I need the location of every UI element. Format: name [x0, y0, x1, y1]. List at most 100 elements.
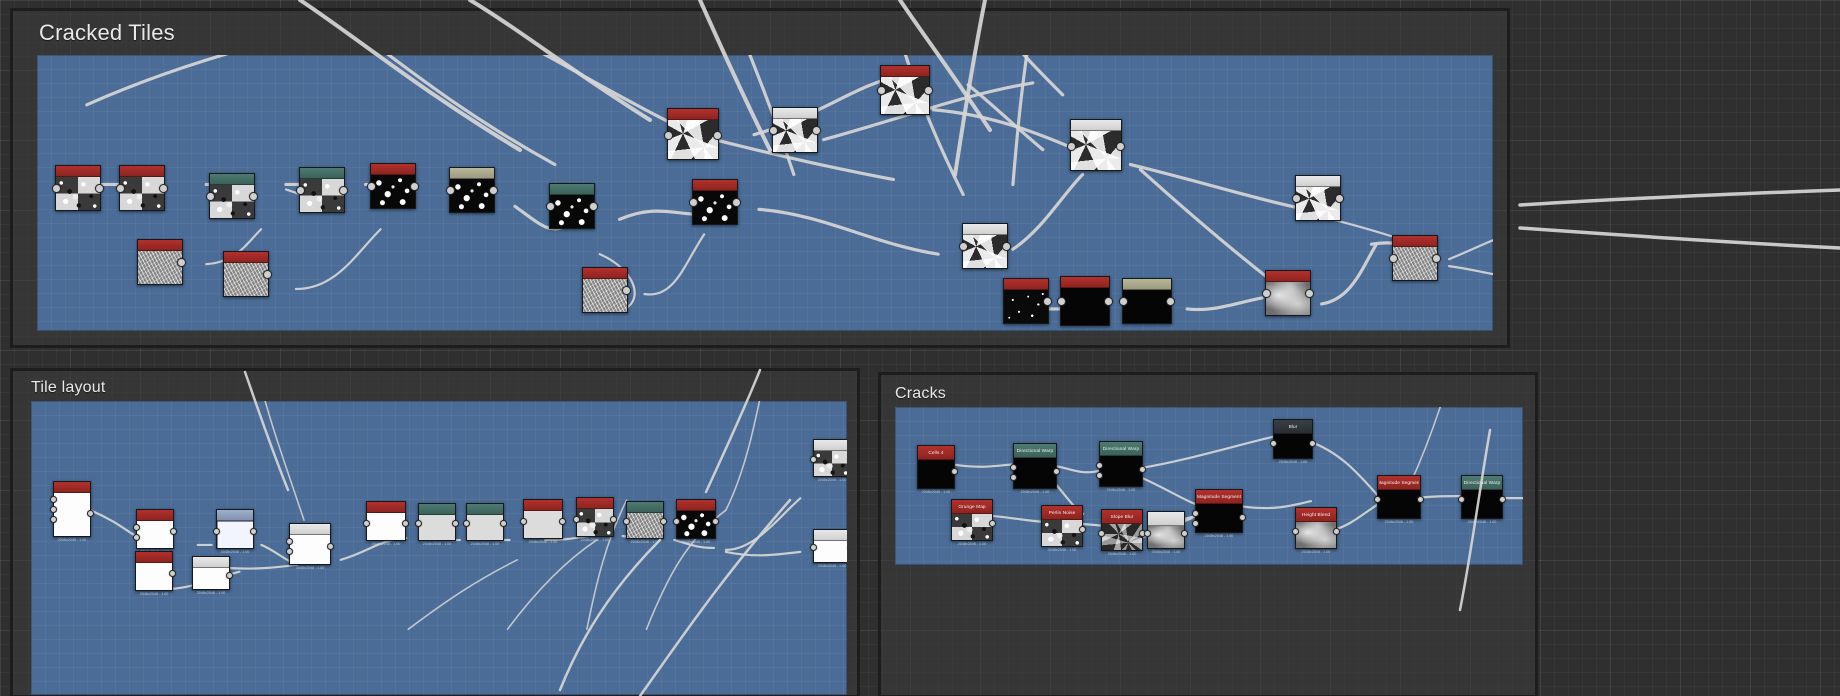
node-input-port[interactable]: [363, 520, 370, 527]
node-blur-a[interactable]: 2048x2048 - 1.00: [363, 501, 409, 546]
node-input-port[interactable]: [415, 520, 422, 527]
node-output-port[interactable]: [610, 516, 617, 523]
node-shape-c[interactable]: 2048x2048 - 1.00: [192, 556, 233, 595]
node-output-port[interactable]: [559, 518, 566, 525]
node-output-port[interactable]: [924, 86, 933, 95]
node-output-port[interactable]: [1417, 496, 1424, 503]
node-input-port[interactable]: [623, 518, 630, 525]
node-input-port[interactable]: [1010, 474, 1017, 481]
node-output-port[interactable]: [713, 131, 722, 140]
node-output-port[interactable]: [177, 258, 186, 267]
frame-body-cracks[interactable]: Cells 4 2048x2048 - 1.00 Directional War…: [895, 407, 1523, 565]
node-input-port[interactable]: [810, 456, 817, 463]
node-output-port[interactable]: [1166, 297, 1175, 306]
node-output-port[interactable]: [1305, 289, 1314, 298]
node-input-port[interactable]: [546, 202, 555, 211]
node-output-port[interactable]: [1079, 526, 1086, 533]
node-blend-a[interactable]: [206, 173, 258, 219]
node-input-port[interactable]: [1096, 462, 1103, 469]
node-input-port[interactable]: [1292, 528, 1299, 535]
frame-body-tile-layout[interactable]: 2048x2048 - 1.00 2048x2048 - 1.00 2048x2…: [31, 401, 847, 695]
node-speck-a[interactable]: [1003, 278, 1052, 324]
node-grunge-b[interactable]: [1067, 119, 1125, 171]
node-output-port[interactable]: [1239, 514, 1246, 521]
node-tile-grid[interactable]: 2048x2048 - 1.00: [213, 509, 257, 554]
node-output-port[interactable]: [1309, 440, 1316, 447]
node-input-port[interactable]: [50, 506, 57, 513]
node-input-port[interactable]: [810, 544, 817, 551]
node-input-port[interactable]: [1262, 289, 1271, 298]
node-output-port[interactable]: [226, 572, 233, 579]
node-output-port[interactable]: [732, 198, 741, 207]
node-output-port[interactable]: [712, 518, 719, 525]
node-output-port[interactable]: [812, 126, 821, 135]
node-output-port[interactable]: [249, 192, 258, 201]
node-input-port[interactable]: [463, 520, 470, 527]
node-input-port[interactable]: [1192, 510, 1199, 517]
node-perlin[interactable]: Perlin Noise 2048x2048 - 1.00: [1041, 505, 1086, 552]
node-output-port[interactable]: [410, 182, 419, 191]
node-clouds-a[interactable]: [137, 239, 186, 285]
node-blur-hq[interactable]: Blur 2048x2048 - 1.00: [1270, 419, 1316, 464]
node-input-port[interactable]: [133, 534, 140, 541]
node-output-port[interactable]: [1139, 466, 1146, 473]
node-input-shape[interactable]: 2048x2048 - 1.00: [50, 481, 94, 542]
node-output-port[interactable]: [170, 528, 177, 535]
node-slope-blur[interactable]: Slope Blur 2048x2048 - 1.00: [1098, 509, 1146, 556]
node-mask-a[interactable]: 2048x2048 - 1.00: [673, 499, 719, 544]
node-directional-1[interactable]: Directional Warp 2048x2048 - 1.00: [1010, 443, 1060, 494]
node-input-port[interactable]: [1458, 496, 1465, 503]
node-shape-b[interactable]: 2048x2048 - 1.00: [135, 551, 176, 596]
node-output-port[interactable]: [1335, 194, 1344, 203]
node-input-port[interactable]: [1010, 464, 1017, 471]
node-input-port[interactable]: [877, 86, 886, 95]
node-levels-a[interactable]: [367, 163, 419, 209]
node-histogram[interactable]: [769, 107, 821, 153]
node-noise-b[interactable]: [116, 165, 168, 211]
node-output-port[interactable]: [1499, 496, 1506, 503]
node-noise-a[interactable]: [52, 165, 104, 211]
node-output-port[interactable]: [339, 186, 348, 195]
node-output-port[interactable]: [1053, 468, 1060, 475]
node-output-port[interactable]: [87, 510, 94, 517]
node-warp-b[interactable]: 2048x2048 - 1.00: [573, 497, 617, 542]
frame-cracks[interactable]: Cracks Cells 4 2048x2048 - 1.00 Directio…: [878, 372, 1538, 696]
node-directional-3[interactable]: Directional Warp 2048x2048 - 1.00: [1458, 475, 1506, 524]
node-output-port[interactable]: [622, 286, 631, 295]
node-input-port[interactable]: [296, 186, 305, 195]
node-output-port[interactable]: [1333, 528, 1340, 535]
node-input-port[interactable]: [133, 524, 140, 531]
node-output-port[interactable]: [169, 570, 176, 577]
node-output-port[interactable]: [951, 468, 958, 475]
node-input-port[interactable]: [1098, 530, 1105, 537]
node-output-port[interactable]: [489, 186, 498, 195]
node-input-port[interactable]: [286, 538, 293, 545]
node-input-port[interactable]: [1374, 496, 1381, 503]
node-input-port[interactable]: [664, 131, 673, 140]
node-input-port[interactable]: [446, 186, 455, 195]
node-output-port[interactable]: [1002, 242, 1011, 251]
node-output-port[interactable]: [159, 184, 168, 193]
node-transform-2d[interactable]: 2048x2048 - 1.00: [133, 509, 177, 554]
node-grunge-d[interactable]: 2048x2048 - 1.00: [623, 501, 667, 544]
node-input-port[interactable]: [1119, 297, 1128, 306]
graph-canvas[interactable]: Cracked Tiles Tile layout 2048x2048 - 1.…: [0, 0, 1840, 696]
node-output-port[interactable]: [500, 520, 507, 527]
node-smoke-b[interactable]: [1292, 175, 1344, 221]
node-input-port[interactable]: [52, 184, 61, 193]
node-input-port[interactable]: [116, 184, 125, 193]
node-output-port[interactable]: [95, 184, 104, 193]
node-output-port[interactable]: [452, 520, 459, 527]
node-safe-a[interactable]: 2048x2048 - 1.00: [415, 503, 459, 546]
node-cells-1[interactable]: Cells 4 2048x2048 - 1.00: [917, 445, 958, 494]
node-directional-2[interactable]: Directional Warp 2048x2048 - 1.00: [1096, 441, 1146, 492]
node-input-port[interactable]: [689, 198, 698, 207]
node-smoke-a[interactable]: [1262, 270, 1314, 316]
node-output-port[interactable]: [250, 528, 257, 535]
frame-body-cracked-tiles[interactable]: [37, 55, 1493, 331]
node-grunge-a[interactable]: [582, 267, 631, 313]
node-input-port[interactable]: [213, 528, 220, 535]
node-input-port[interactable]: [1192, 520, 1199, 527]
node-output-port[interactable]: [1104, 297, 1113, 306]
node-tile-sampler[interactable]: [664, 108, 722, 160]
